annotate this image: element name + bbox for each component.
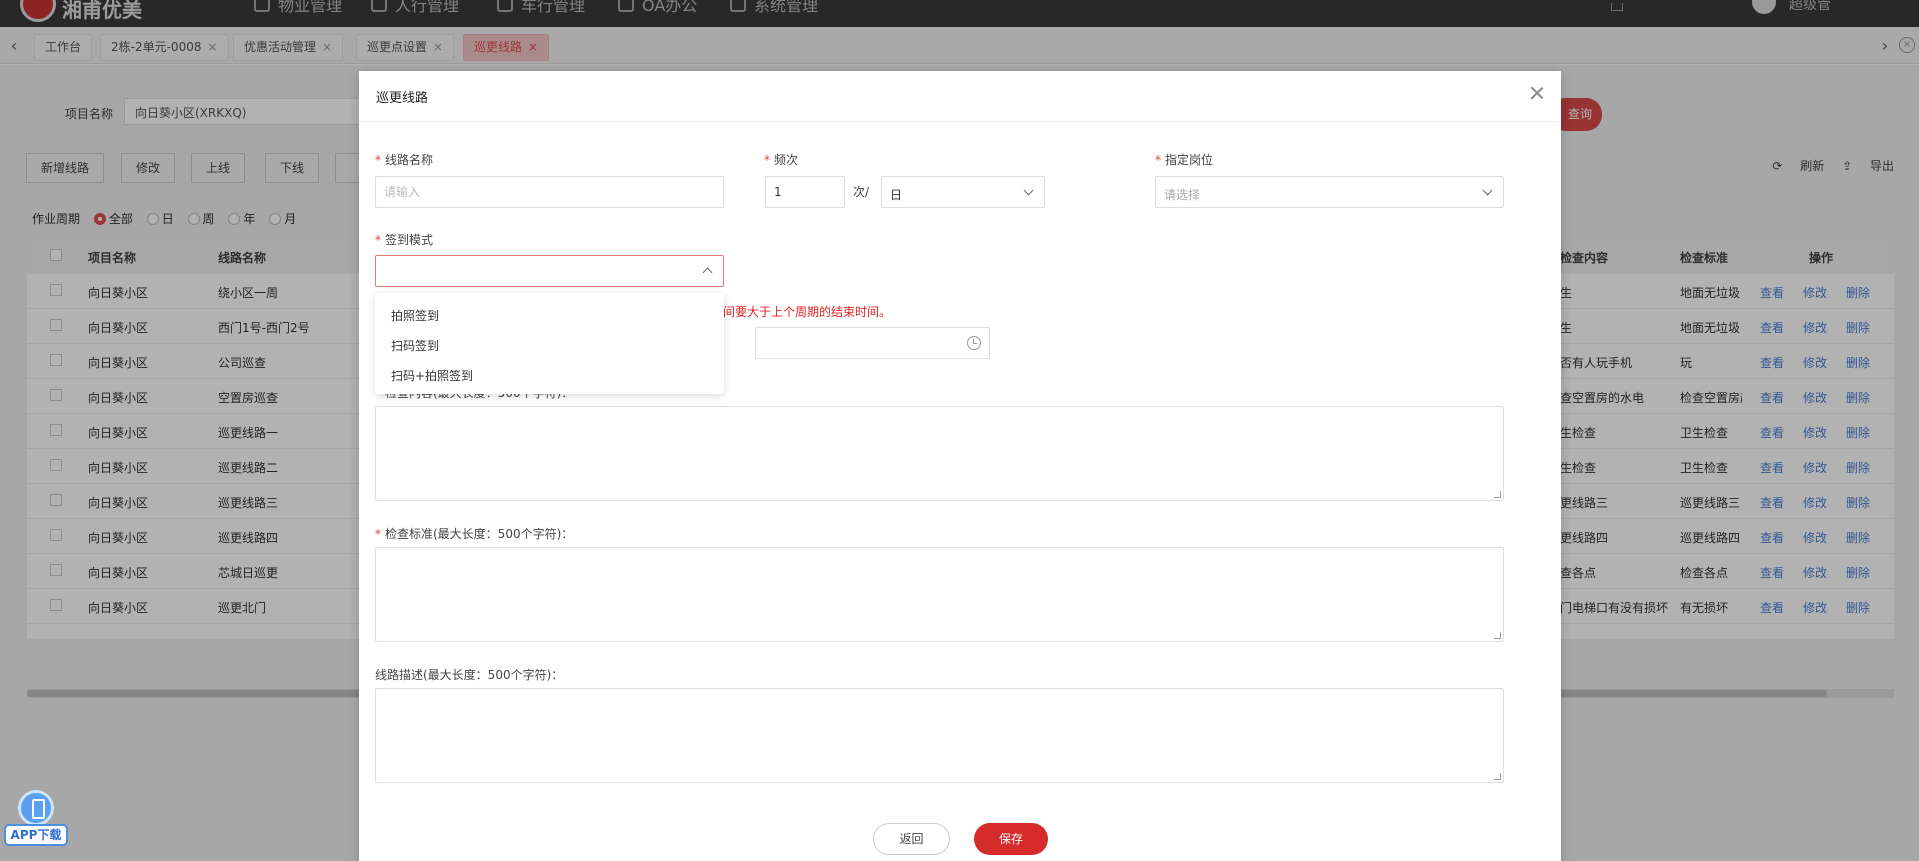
end-time-input[interactable] (755, 327, 990, 359)
back-button[interactable]: 返回 (873, 823, 950, 855)
app-download-badge[interactable]: APP下载 (4, 790, 68, 848)
clock-icon (967, 336, 981, 350)
frequency-period-select[interactable]: 日 (881, 176, 1045, 208)
chevron-down-icon (1482, 185, 1493, 196)
save-button[interactable]: 保存 (974, 823, 1048, 855)
description-textarea[interactable] (375, 688, 1504, 783)
route-dialog: 巡更线路 *线路名称 *频次 次/ 日 *指定岗位 请选择 *签到模式 间要大于… (359, 71, 1561, 861)
description-label: 线路描述(最大长度：500个字符)： (375, 668, 564, 682)
signin-mode-dropdown: 拍照签到 扫码签到 扫码+拍照签到 (375, 293, 724, 394)
chevron-up-icon (702, 267, 713, 278)
option-photo-signin[interactable]: 拍照签到 (375, 301, 724, 331)
route-name-label: * 线路名称 (375, 153, 434, 167)
phone-icon (18, 790, 54, 826)
signin-mode-label: * 签到模式 (375, 233, 434, 247)
time-warning: 间要大于上个周期的结束时间。 (723, 305, 892, 319)
route-name-input[interactable] (375, 176, 724, 208)
chevron-down-icon (1023, 185, 1034, 196)
frequency-input[interactable] (765, 176, 845, 208)
frequency-unit: 次/ (853, 185, 870, 199)
content-textarea[interactable] (375, 406, 1504, 501)
close-icon[interactable] (1525, 82, 1549, 106)
option-scan-signin[interactable]: 扫码签到 (375, 331, 724, 361)
standard-label: * 检查标准(最大长度：500个字符)： (375, 527, 574, 541)
post-label: * 指定岗位 (1155, 153, 1214, 167)
signin-mode-select[interactable] (375, 255, 724, 287)
standard-textarea[interactable] (375, 547, 1504, 642)
option-scan-photo-signin[interactable]: 扫码+拍照签到 (375, 361, 724, 391)
frequency-label: * 频次 (764, 153, 799, 167)
dialog-title: 巡更线路 (376, 91, 429, 106)
dialog-header: 巡更线路 (359, 71, 1561, 122)
post-select[interactable]: 请选择 (1155, 176, 1504, 208)
